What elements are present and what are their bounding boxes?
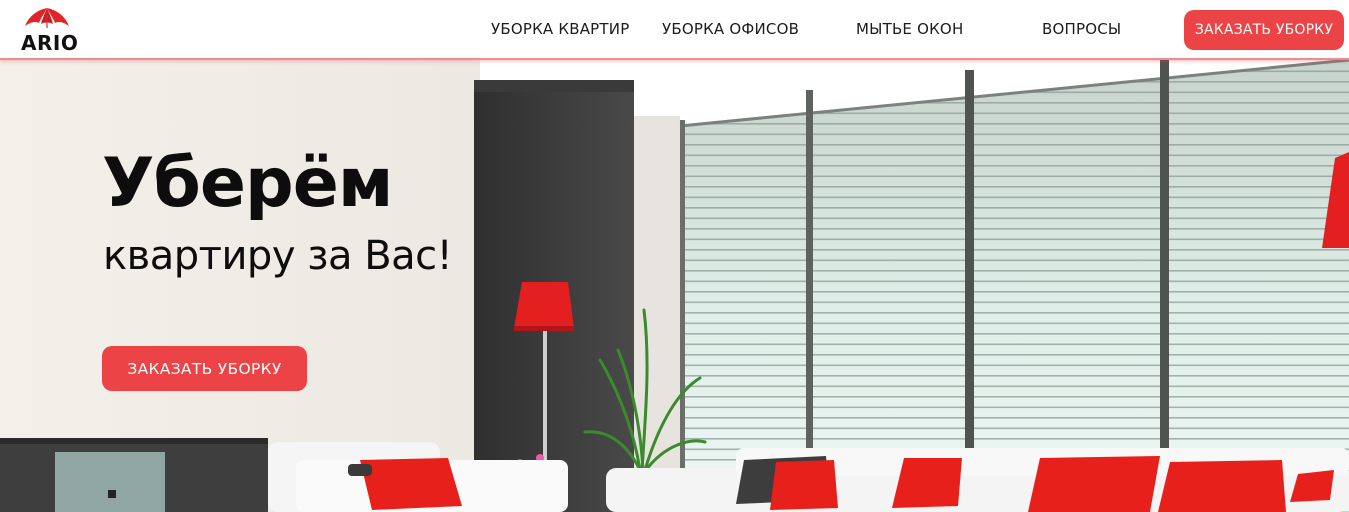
nav-item-window-washing[interactable]: МЫТЬЕ ОКОН (856, 20, 963, 38)
living-room-photo (0, 60, 1349, 512)
logo[interactable]: ARIO (19, 6, 79, 56)
nav-item-apartment-cleaning[interactable]: УБОРКА КВАРТИР (491, 20, 629, 38)
site-header: ARIO УБОРКА КВАРТИР УБОРКА ОФИСОВ МЫТЬЕ … (0, 0, 1349, 60)
logo-text: ARIO (21, 31, 79, 55)
hero-subtitle: квартиру за Вас! (103, 233, 453, 279)
hero-order-button[interactable]: ЗАКАЗАТЬ УБОРКУ (102, 346, 307, 391)
hero-section: Уберём квартиру за Вас! ЗАКАЗАТЬ УБОРКУ (0, 60, 1349, 512)
nav-item-faq[interactable]: ВОПРОСЫ (1042, 20, 1121, 38)
logo-umbrella-icon (25, 8, 69, 28)
header-order-button[interactable]: ЗАКАЗАТЬ УБОРКУ (1184, 10, 1344, 50)
nav-item-office-cleaning[interactable]: УБОРКА ОФИСОВ (662, 20, 799, 38)
hero-title: Уберём (102, 144, 393, 223)
